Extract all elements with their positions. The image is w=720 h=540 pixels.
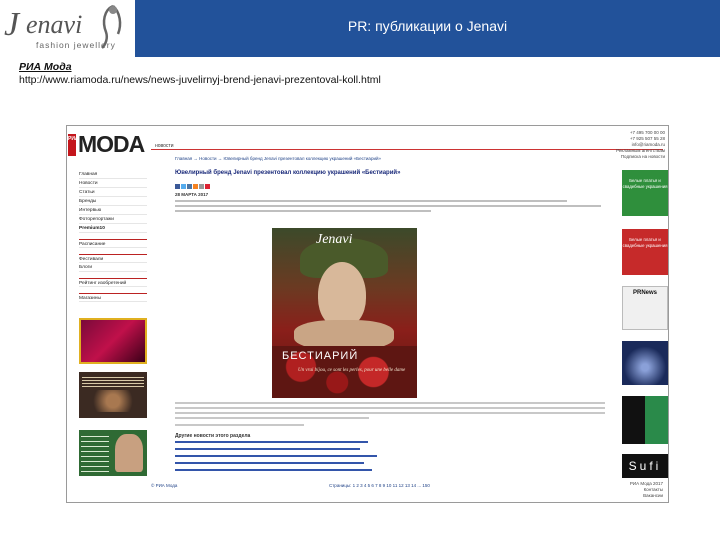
site-sidebar-nav: Главная Новости Статьи Бренды Интервью Ф… bbox=[79, 170, 147, 302]
nav-item[interactable]: Рейтинг изобретений bbox=[79, 278, 147, 287]
logo-letter: J bbox=[4, 6, 20, 43]
slide-title: PR: публикации о Jenavi bbox=[347, 18, 508, 34]
list-item[interactable] bbox=[175, 441, 369, 443]
contact-subscribe[interactable]: Подписка на новости bbox=[599, 154, 665, 160]
nav-item[interactable]: Интервью bbox=[79, 206, 147, 215]
list-item[interactable] bbox=[175, 448, 360, 450]
source-url[interactable]: http://www.riamoda.ru/news/news-juvelirn… bbox=[19, 74, 381, 86]
photo-title: БЕСТИАРИЙ bbox=[282, 350, 359, 362]
article-headline: Ювелирный бренд Jenavi презентовал колле… bbox=[175, 170, 401, 176]
article-date: 28 МАРТА 2017 bbox=[175, 192, 209, 197]
article-body bbox=[175, 402, 605, 429]
photo-brand: Jenavi bbox=[316, 232, 353, 247]
twitter-icon[interactable] bbox=[181, 184, 186, 189]
right-ad-wedding[interactable]: Белые платья и свадебные украшения bbox=[622, 170, 668, 216]
social-share-bar bbox=[175, 184, 210, 189]
right-ad-green[interactable] bbox=[622, 396, 668, 444]
right-ad-sufi[interactable]: Sufi bbox=[622, 454, 668, 478]
left-ad-banner[interactable] bbox=[79, 372, 147, 418]
right-ad-prnews[interactable]: PRNews bbox=[622, 286, 668, 330]
site-logo-prefix: РИА bbox=[68, 134, 79, 156]
right-ad-wedding-2[interactable]: Белые платья и свадебные украшения bbox=[622, 229, 668, 275]
footer-links: РИА Мода 2017 Контакты Вакансии bbox=[579, 481, 663, 499]
nav-item-premium[interactable]: Premium10 bbox=[79, 224, 147, 233]
breadcrumb[interactable]: Главная → Новости → Ювелирный бренд Jena… bbox=[175, 156, 381, 161]
site-contacts: +7 495 700 00 00 +7 925 507 55 28 info@r… bbox=[599, 130, 665, 160]
related-news-list bbox=[175, 441, 385, 476]
list-item[interactable] bbox=[175, 469, 373, 471]
source-name: РИА Мода bbox=[19, 61, 72, 73]
jenavi-logo: J enavi fashion jewellery bbox=[0, 0, 135, 57]
tab-divider bbox=[151, 149, 663, 150]
logo-figure-icon bbox=[101, 4, 122, 49]
photo-subtitle: Un vrai bijou, ce sont les perles, pour … bbox=[298, 368, 406, 373]
list-item[interactable] bbox=[175, 455, 377, 457]
nav-item[interactable]: Блоги bbox=[79, 263, 147, 272]
nav-item[interactable]: Фоторепортажи bbox=[79, 215, 147, 224]
nav-item[interactable]: Главная bbox=[79, 170, 147, 179]
nav-item[interactable]: Бренды bbox=[79, 197, 147, 206]
slide-title-bar: PR: публикации о Jenavi bbox=[135, 0, 720, 57]
nav-item[interactable]: Новости bbox=[79, 179, 147, 188]
nav-item[interactable]: Статьи bbox=[79, 188, 147, 197]
ok-icon[interactable] bbox=[193, 184, 198, 189]
article-lead-text bbox=[175, 200, 601, 215]
site-logo[interactable]: MODA bbox=[78, 131, 145, 158]
share-icon[interactable] bbox=[199, 184, 204, 189]
left-ad-image[interactable] bbox=[79, 318, 147, 364]
footer-vacancies-link[interactable]: Вакансии bbox=[579, 493, 663, 499]
facebook-icon[interactable] bbox=[175, 184, 180, 189]
logo-word: enavi bbox=[26, 10, 83, 39]
related-news-heading: Другие новости этого раздела bbox=[175, 433, 251, 439]
pagination[interactable]: Страницы: 1 2 3 4 5 6 7 8 9 10 11 12 13 … bbox=[329, 483, 430, 488]
list-item[interactable] bbox=[175, 462, 364, 464]
footer-copyright[interactable]: © РИА Мода bbox=[151, 483, 177, 488]
website-screenshot: РИА MODA новости +7 495 700 00 00 +7 925… bbox=[66, 125, 669, 503]
vk-icon[interactable] bbox=[187, 184, 192, 189]
share-icon[interactable] bbox=[205, 184, 210, 189]
article-photo[interactable]: Jenavi БЕСТИАРИЙ Un vrai bijou, ce sont … bbox=[272, 228, 417, 398]
photo-model-face bbox=[318, 262, 366, 328]
left-ad-interview[interactable] bbox=[79, 430, 147, 476]
nav-item[interactable]: Магазины bbox=[79, 293, 147, 302]
right-ad-space[interactable] bbox=[622, 341, 668, 385]
nav-item[interactable]: Расписание bbox=[79, 239, 147, 248]
nav-item[interactable]: Фестивали bbox=[79, 254, 147, 263]
